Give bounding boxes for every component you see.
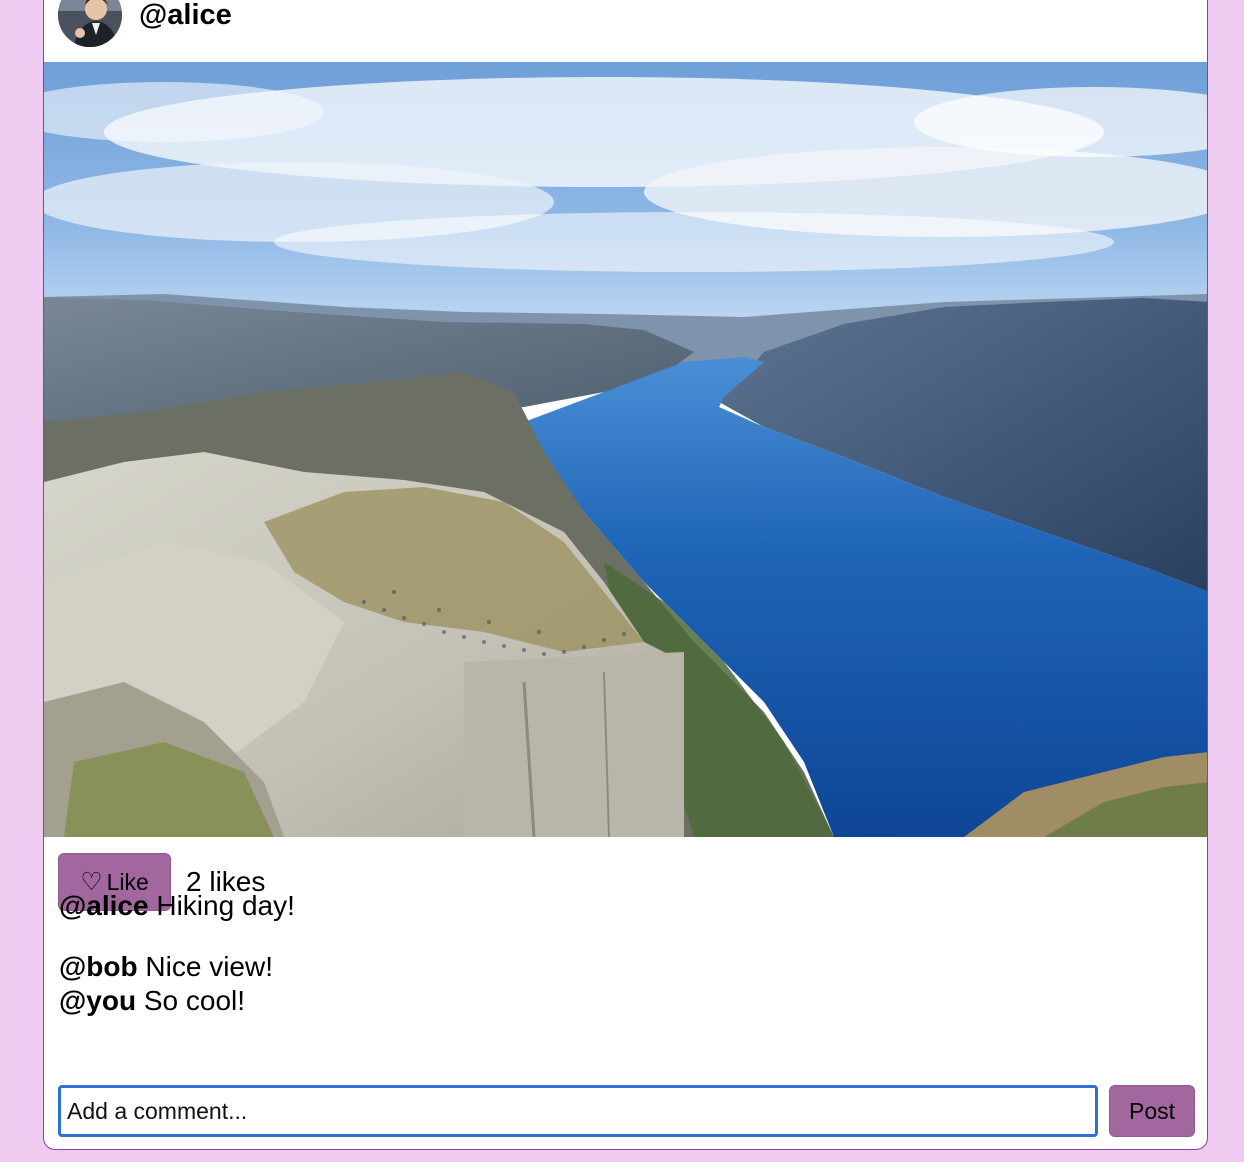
post-card: @alice ♡ Like 2 likes @alice Hiking day!… xyxy=(43,0,1208,1150)
comment-form: Post xyxy=(58,1085,1195,1137)
caption-text: Hiking day! xyxy=(148,890,295,921)
fjord-cliff-photo xyxy=(44,62,1207,837)
comment-author[interactable]: @you xyxy=(59,985,136,1016)
comment-author[interactable]: @bob xyxy=(59,951,138,982)
post-author-username[interactable]: @alice xyxy=(139,0,232,32)
comment-text: So cool! xyxy=(136,985,246,1016)
post-comment-button[interactable]: Post xyxy=(1109,1085,1195,1137)
post-caption: @alice Hiking day! xyxy=(59,889,295,923)
comment-item: @bob Nice view! xyxy=(59,950,273,984)
comment-input[interactable] xyxy=(58,1085,1098,1137)
comment-text: Nice view! xyxy=(137,951,273,982)
comment-item: @you So cool! xyxy=(59,984,273,1018)
post-header: @alice xyxy=(44,0,1207,62)
comments-list: @bob Nice view! @you So cool! xyxy=(59,950,273,1018)
caption-author[interactable]: @alice xyxy=(59,890,149,921)
avatar[interactable] xyxy=(58,0,122,47)
user-avatar-photo xyxy=(58,0,122,47)
